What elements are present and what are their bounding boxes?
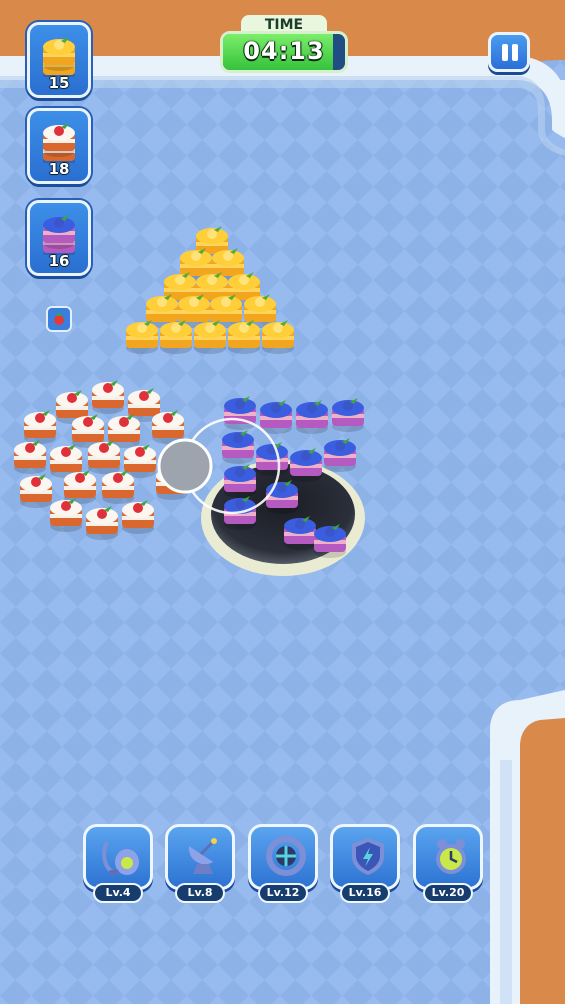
blueberry-cake	[43, 215, 75, 249]
collected-item-indicator	[46, 306, 72, 332]
timer-value: 04:13	[243, 37, 325, 65]
strawberry-cake	[124, 444, 156, 478]
booster-radar[interactable]: Lv.8	[165, 824, 235, 904]
joystick-knob	[157, 438, 213, 494]
blueberry-cake	[224, 396, 256, 430]
booster-clock[interactable]: Lv.20	[413, 824, 483, 904]
strawberry-cake	[20, 474, 52, 508]
blueberry-cake-icon	[43, 215, 75, 255]
strawberry-icon	[54, 313, 64, 325]
strawberry-cake	[152, 410, 184, 444]
strawberry-cake-icon	[43, 123, 75, 163]
blueberry-cake	[332, 398, 364, 432]
timer: 04:13	[220, 31, 348, 73]
strawberry-cake	[122, 500, 154, 534]
alarm-clock-icon	[436, 839, 466, 874]
goal-count: 15	[48, 74, 70, 92]
blueberry-cake	[224, 464, 256, 498]
blueberry-cake	[256, 442, 288, 476]
expand-icon	[266, 836, 306, 876]
booster-level: Lv.12	[258, 883, 308, 903]
booster-shield[interactable]: Lv.16	[330, 824, 400, 904]
blueberry-cake	[314, 524, 346, 558]
strawberry-cake	[102, 470, 134, 504]
strawberry-cake	[14, 440, 46, 474]
strawberry-cake	[24, 410, 56, 444]
goal-strawberry-cake: 18	[27, 108, 91, 184]
orange-cake	[228, 320, 260, 354]
magnet-radar-icon	[188, 838, 217, 874]
orange-cake	[160, 320, 192, 354]
booster-expand[interactable]: Lv.12	[248, 824, 318, 904]
blueberry-cake	[290, 448, 322, 482]
booster-level: Lv.20	[423, 883, 473, 903]
pause-button[interactable]	[488, 32, 530, 72]
strawberry-cake	[43, 123, 75, 157]
booster-level: Lv.16	[340, 883, 390, 903]
booster-card[interactable]	[165, 824, 235, 890]
goal-count: 16	[48, 252, 70, 270]
blueberry-cake	[324, 438, 356, 472]
blueberry-cake	[222, 430, 254, 464]
orange-cake-icon	[43, 37, 75, 77]
booster-card[interactable]	[83, 824, 153, 890]
orange-cake	[43, 37, 75, 71]
booster-card[interactable]	[330, 824, 400, 890]
booster-level: Lv.8	[175, 883, 225, 903]
blueberry-cake	[296, 400, 328, 434]
orange-cake	[262, 320, 294, 354]
blueberry-cake	[260, 400, 292, 434]
orange-cake	[126, 320, 158, 354]
strawberry-cake	[108, 414, 140, 448]
shield-icon	[352, 838, 384, 875]
blueberry-cake	[284, 516, 316, 550]
goal-blueberry-cake: 16	[27, 200, 91, 276]
booster-level: Lv.4	[93, 883, 143, 903]
goal-count: 18	[48, 160, 70, 178]
strawberry-cake	[92, 380, 124, 414]
vacuum-icon	[102, 841, 139, 875]
booster-card[interactable]	[248, 824, 318, 890]
booster-vacuum[interactable]: Lv.4	[83, 824, 153, 904]
booster-card[interactable]	[413, 824, 483, 890]
strawberry-cake	[50, 498, 82, 532]
goal-orange-cake: 15	[27, 22, 91, 98]
strawberry-cake	[86, 506, 118, 540]
orange-cake	[194, 320, 226, 354]
strawberry-cake	[64, 470, 96, 504]
strawberry-cake	[88, 440, 120, 474]
blueberry-cake	[266, 480, 298, 514]
